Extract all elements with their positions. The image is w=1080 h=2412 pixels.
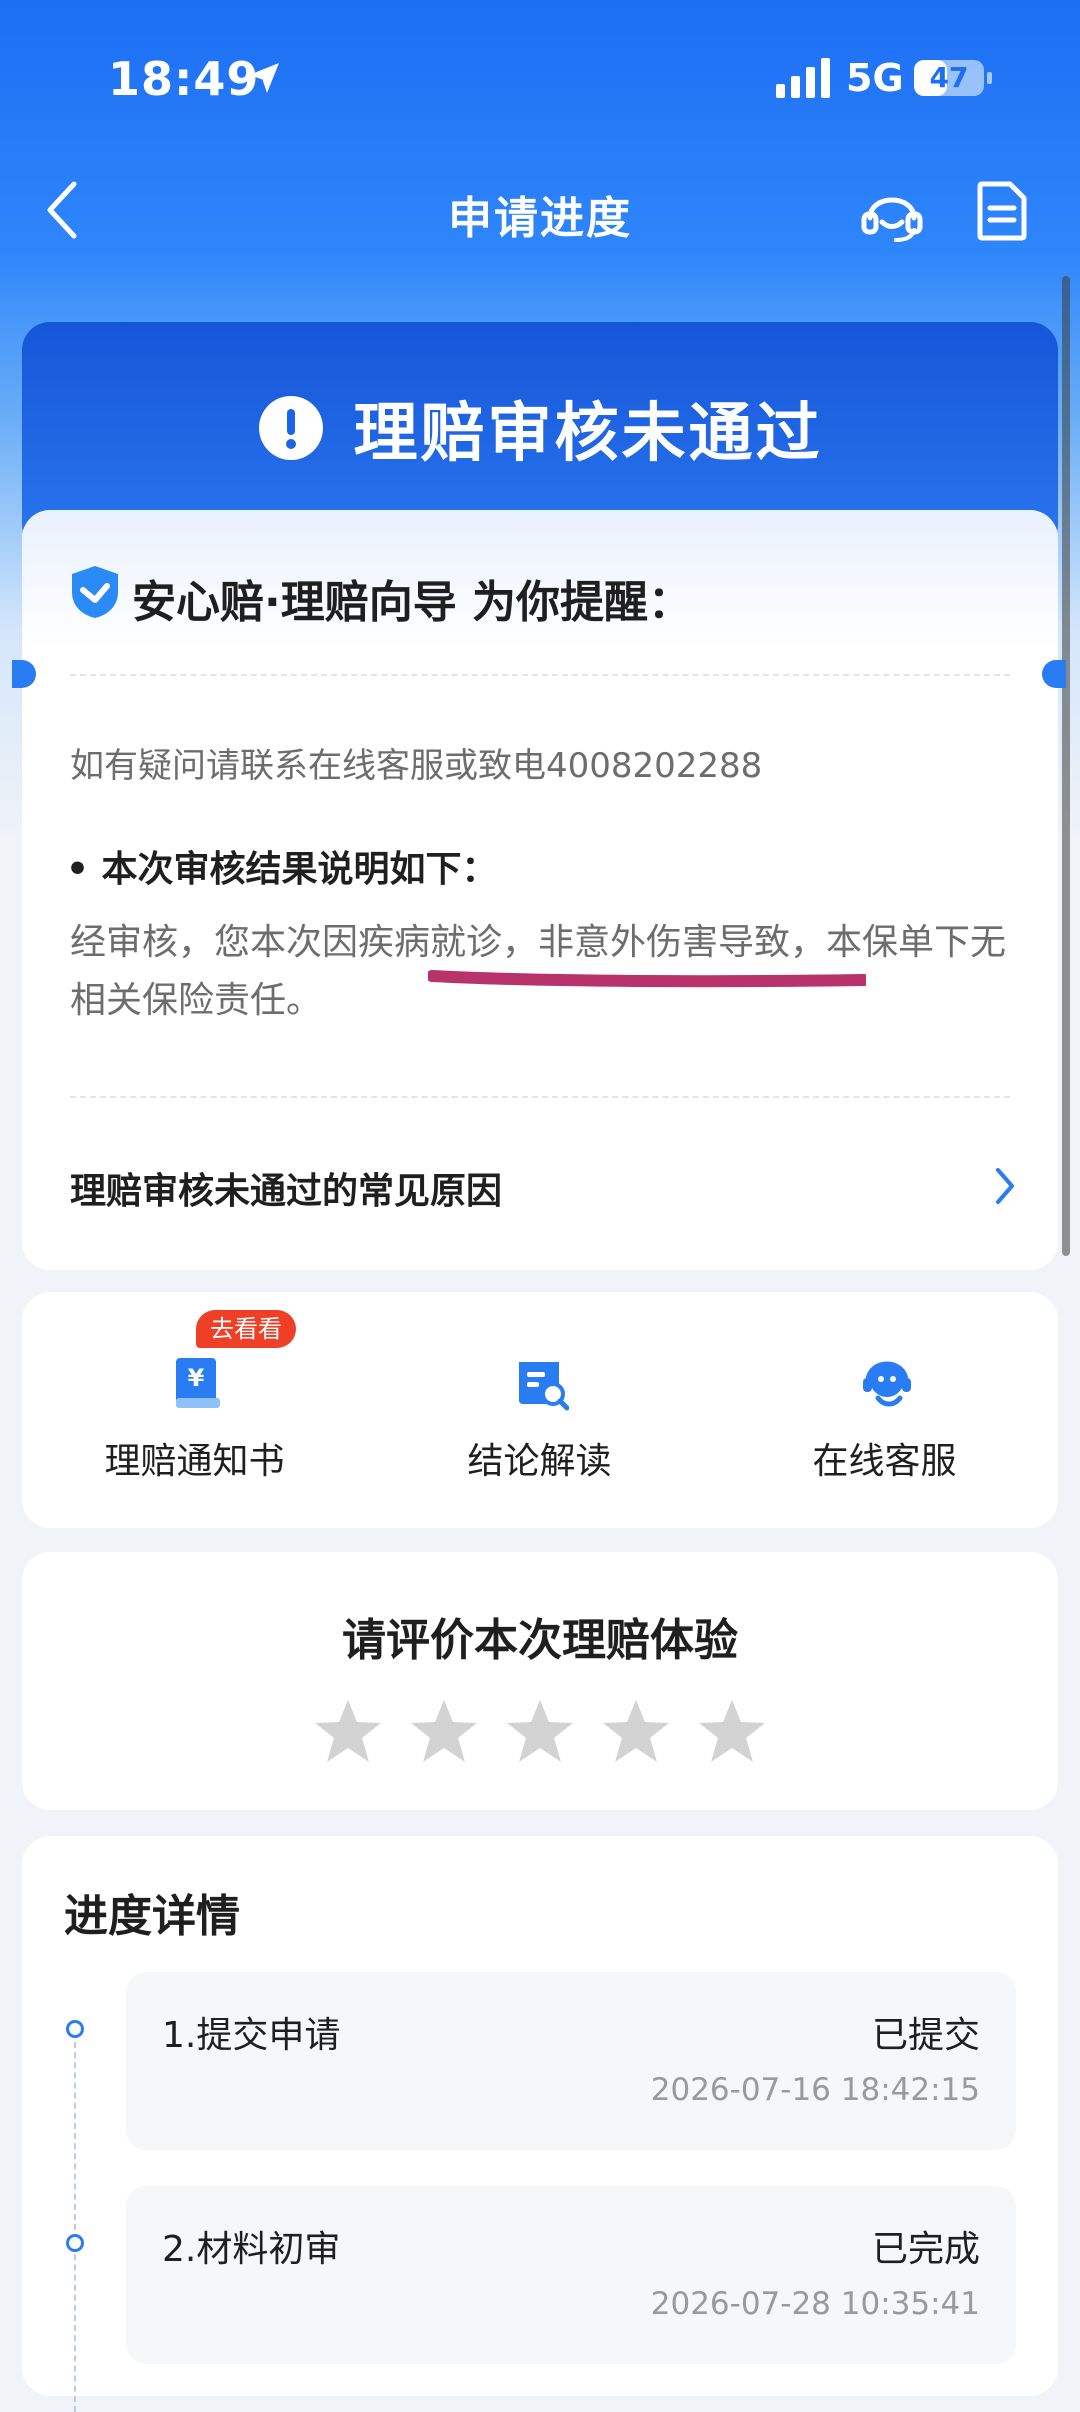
section-title: • 本次审核结果说明如下： xyxy=(66,849,498,890)
star-icon[interactable] xyxy=(505,1698,575,1764)
exclamation-icon xyxy=(258,396,323,460)
step-name: 2.材料初审 xyxy=(162,2229,341,2270)
action-claim-notice[interactable]: ¥ 理赔通知书 去看看 xyxy=(22,1292,367,1528)
guide-title: 安心赔·理赔向导 为你提醒： xyxy=(132,577,693,628)
network-type: 5G xyxy=(846,56,904,100)
chevron-right-icon[interactable] xyxy=(994,1166,1016,1206)
rating-title: 请评价本次理赔体验 xyxy=(342,1615,738,1666)
step-status: 已提交 xyxy=(871,2015,980,2056)
star-icon[interactable] xyxy=(601,1698,671,1764)
step-time: 2026-07-28 10:35:41 xyxy=(650,2286,980,2322)
go-see-badge[interactable]: 去看看 xyxy=(196,1310,296,1348)
location-arrow-icon xyxy=(249,63,279,93)
battery-level: 47 xyxy=(929,61,969,94)
customer-service-icon[interactable] xyxy=(860,180,924,244)
action-label: 在线客服 xyxy=(812,1441,957,1482)
progress-step[interactable]: 1.提交申请 已提交 2026-07-16 18:42:15 xyxy=(126,1972,1016,2150)
headset-icon xyxy=(863,1361,911,1407)
step-time: 2026-07-16 18:42:15 xyxy=(650,2072,980,2108)
faq-link[interactable]: 理赔审核未通过的常见原因 xyxy=(70,1162,502,1214)
document-icon[interactable] xyxy=(976,180,1028,242)
conclusion-search-icon xyxy=(519,1362,569,1411)
notice-book-icon: ¥ xyxy=(176,1358,220,1408)
divider xyxy=(70,674,1010,676)
timeline-line xyxy=(74,2032,76,2412)
result-title: 理赔审核未通过 xyxy=(353,397,823,471)
highlight-underline xyxy=(428,970,866,988)
action-online-service[interactable]: 在线客服 xyxy=(712,1292,1057,1528)
scrollbar[interactable] xyxy=(1062,276,1070,1256)
action-label: 理赔通知书 xyxy=(104,1441,285,1482)
divider xyxy=(70,1096,1010,1098)
contact-info: 如有疑问请联系在线客服或致电4008202288 xyxy=(70,746,763,786)
star-rating xyxy=(22,1698,1058,1768)
step-status: 已完成 xyxy=(871,2229,980,2270)
step-name: 1.提交申请 xyxy=(162,2015,341,2056)
status-time: 18:49 xyxy=(108,52,260,106)
timeline-dot xyxy=(66,2020,84,2038)
quick-actions-card: ¥ 理赔通知书 去看看 结论解读 在线客服 xyxy=(22,1292,1058,1528)
signal-icon xyxy=(776,58,830,98)
action-label: 结论解读 xyxy=(467,1441,612,1482)
progress-step[interactable]: 2.材料初审 已完成 2026-07-28 10:35:41 xyxy=(126,2186,1016,2364)
svg-text:¥: ¥ xyxy=(188,1364,205,1392)
progress-card: 进度详情 1.提交申请 已提交 2026-07-16 18:42:15 2.材料… xyxy=(22,1836,1058,2412)
battery-icon: 47 xyxy=(914,60,984,96)
star-icon[interactable] xyxy=(313,1698,383,1764)
shield-icon xyxy=(72,566,118,618)
card-notch-right xyxy=(1042,660,1066,688)
action-conclusion-reading[interactable]: 结论解读 xyxy=(367,1292,712,1528)
timeline-dot xyxy=(66,2234,84,2252)
rating-card: 请评价本次理赔体验 xyxy=(22,1552,1058,1810)
star-icon[interactable] xyxy=(697,1698,767,1764)
claim-guide-card: 安心赔·理赔向导 为你提醒： 如有疑问请联系在线客服或致电4008202288 … xyxy=(22,510,1058,1270)
progress-title: 进度详情 xyxy=(64,1891,240,1942)
star-icon[interactable] xyxy=(409,1698,479,1764)
nav-bar: 申请进度 xyxy=(0,160,1080,260)
status-bar: 18:49 5G 47 xyxy=(0,0,1080,160)
